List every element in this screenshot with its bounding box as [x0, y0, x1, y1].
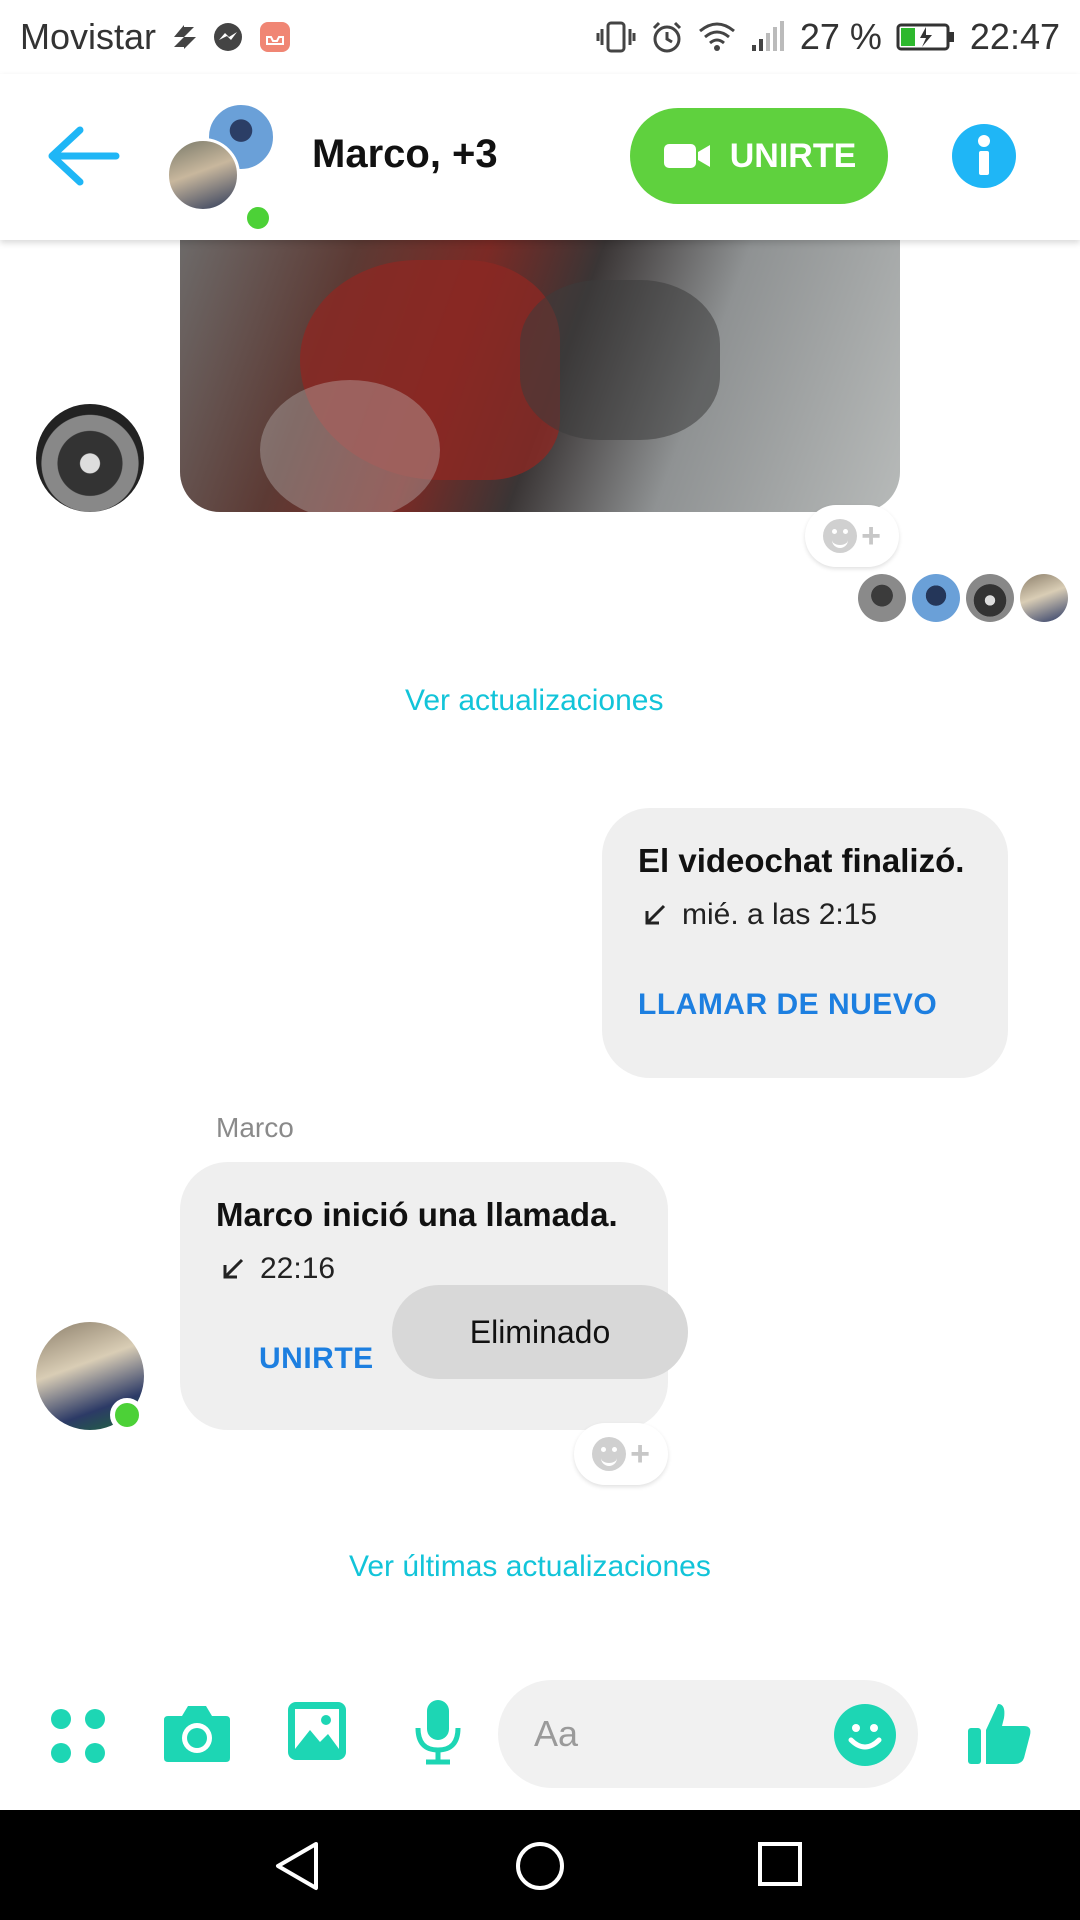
- read-receipt-avatar: [1020, 574, 1068, 622]
- sender-name: Marco: [216, 1112, 294, 1143]
- smiley-icon: [848, 1724, 882, 1750]
- alarm-icon: [650, 20, 684, 54]
- signal-icon: [750, 21, 786, 53]
- avatar[interactable]: [36, 404, 144, 512]
- incoming-call-arrow-icon: [223, 1258, 244, 1279]
- call-started-meta: 22:16: [220, 1252, 335, 1286]
- triangle-back-icon: [276, 1842, 318, 1890]
- online-indicator: [242, 202, 274, 234]
- circle-home-icon: [516, 1842, 564, 1890]
- status-bar-right: 27 % 22:47: [596, 16, 1060, 58]
- call-ended-bubble[interactable]: El videochat finalizó. mié. a las 2:15 L…: [602, 808, 1008, 1078]
- call-again-button[interactable]: LLAMAR DE NUEVO: [638, 988, 937, 1022]
- camera-icon: [164, 1706, 230, 1762]
- join-call-inline-button[interactable]: UNIRTE: [259, 1342, 374, 1376]
- call-started-time: 22:16: [260, 1252, 336, 1285]
- plus-icon: +: [630, 1434, 650, 1473]
- add-reaction-button[interactable]: +: [574, 1423, 668, 1485]
- smiley-icon: [592, 1437, 627, 1471]
- info-button[interactable]: [952, 124, 1016, 188]
- wifi-icon: [698, 21, 736, 53]
- group-avatar[interactable]: [166, 102, 282, 234]
- more-actions-button[interactable]: [48, 1706, 108, 1766]
- four-dots-icon: [51, 1709, 105, 1763]
- thumbs-up-icon: [968, 1704, 1031, 1764]
- chat-title[interactable]: Marco, +3: [312, 132, 498, 177]
- nav-back-button[interactable]: [272, 1840, 322, 1892]
- inbox-app-icon: [258, 20, 292, 54]
- conversation-area[interactable]: + Ver actualizaciones El videochat final…: [0, 240, 1080, 1670]
- square-recents-icon: [758, 1842, 802, 1886]
- back-arrow-icon: [48, 126, 120, 186]
- vibrate-icon: [596, 20, 636, 54]
- voice-message-button[interactable]: [412, 1698, 464, 1766]
- message-input-container: [498, 1680, 918, 1788]
- pinwheel-icon: [170, 23, 198, 51]
- carrier-label: Movistar: [20, 16, 157, 57]
- call-ended-title: El videochat finalizó.: [638, 842, 965, 879]
- gallery-button[interactable]: [286, 1700, 348, 1762]
- status-bar: Movistar 27 % 22:47: [0, 0, 1080, 74]
- battery-percent: 27 %: [799, 16, 882, 57]
- see-latest-updates-link[interactable]: Ver últimas actualizaciones: [349, 1550, 711, 1584]
- message-composer: [0, 1670, 1080, 1810]
- clock-time: 22:47: [969, 16, 1060, 57]
- nav-recents-button[interactable]: [756, 1840, 804, 1888]
- call-started-title: Marco inició una llamada.: [216, 1196, 618, 1233]
- battery-charging-icon: [896, 22, 956, 52]
- microphone-icon: [415, 1700, 461, 1765]
- deleted-toast: Eliminado: [392, 1285, 688, 1379]
- like-button[interactable]: [964, 1698, 1034, 1768]
- join-call-button[interactable]: UNIRTE: [630, 108, 888, 204]
- smiley-icon: [823, 519, 858, 553]
- read-receipt-avatar: [912, 574, 960, 622]
- read-receipt-avatar: [858, 574, 906, 622]
- incoming-call-arrow-icon: [645, 904, 666, 925]
- call-ended-time: mié. a las 2:15: [682, 898, 878, 931]
- add-reaction-button[interactable]: +: [805, 505, 899, 567]
- see-updates-link[interactable]: Ver actualizaciones: [405, 684, 664, 718]
- messenger-icon: [212, 21, 244, 53]
- shared-image-message[interactable]: [180, 240, 900, 512]
- camera-button[interactable]: [162, 1702, 232, 1764]
- join-call-label: UNIRTE: [729, 136, 857, 175]
- status-bar-left: Movistar: [20, 16, 292, 58]
- emoji-button[interactable]: [834, 1704, 896, 1766]
- back-button[interactable]: [44, 124, 124, 188]
- message-input[interactable]: [534, 1680, 814, 1788]
- plus-icon: +: [861, 516, 881, 555]
- read-receipts: [858, 574, 1068, 622]
- image-icon: [288, 1702, 346, 1760]
- read-receipt-avatar: [966, 574, 1014, 622]
- group-avatar-photo-front: [166, 138, 240, 212]
- info-icon: [978, 135, 990, 175]
- video-camera-icon: [663, 144, 710, 168]
- chat-header: Marco, +3 UNIRTE: [0, 74, 1080, 240]
- online-indicator: [110, 1398, 144, 1432]
- nav-home-button[interactable]: [514, 1840, 566, 1892]
- system-navigation-bar: [0, 1810, 1080, 1920]
- call-ended-meta: mié. a las 2:15: [642, 898, 877, 932]
